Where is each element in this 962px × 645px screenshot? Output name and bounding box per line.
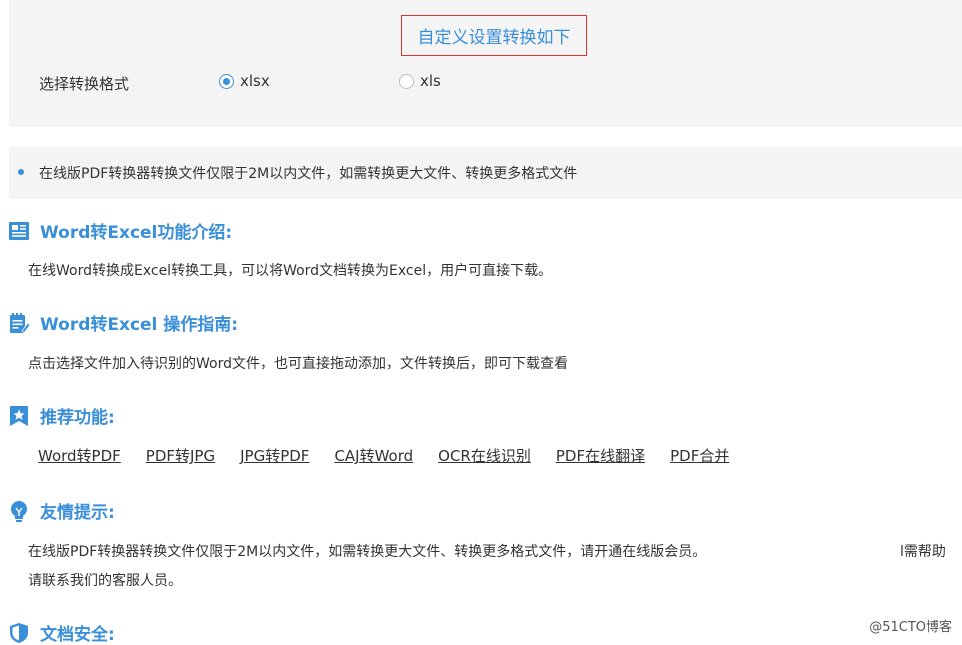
link-caj-to-word[interactable]: CAJ转Word	[334, 445, 413, 466]
bookmark-star-icon	[10, 405, 28, 426]
settings-panel: 自定义设置转换如下 选择转换格式 xlsx xls	[9, 0, 962, 127]
radio-xls-circle[interactable]	[399, 73, 414, 89]
section-intro-heading: Word转Excel功能介绍:	[8, 218, 232, 243]
link-pdf-translate[interactable]: PDF在线翻译	[556, 445, 645, 466]
radio-xls[interactable]: xls	[399, 72, 441, 90]
section-recommend-title: 推荐功能:	[40, 408, 115, 428]
section-tips-title: 友情提示:	[40, 503, 115, 523]
link-pdf-merge[interactable]: PDF合并	[670, 445, 729, 466]
recommend-links: Word转PDF PDF转JPG JPG转PDF CAJ转Word OCR在线识…	[38, 445, 754, 466]
notepad-pencil-icon	[10, 312, 30, 334]
section-security-title: 文档安全:	[40, 625, 115, 645]
section-intro-body: 在线Word转换成Excel转换工具，可以将Word文档转换为Excel，用户可…	[28, 263, 553, 279]
lightbulb-icon	[11, 500, 27, 522]
section-recommend-heading: 推荐功能:	[8, 403, 115, 428]
link-word-to-pdf[interactable]: Word转PDF	[38, 445, 121, 466]
section-tips-heading: 友情提示:	[8, 498, 115, 523]
section-tips-body-line2: 请联系我们的客服人员。	[28, 573, 182, 589]
radio-xlsx-circle[interactable]	[219, 73, 234, 89]
radio-xls-label: xls	[420, 72, 441, 90]
section-guide-body: 点击选择文件加入待识别的Word文件，也可直接拖动添加，文件转换后，即可下载查看	[28, 356, 568, 372]
link-ocr[interactable]: OCR在线识别	[438, 445, 531, 466]
redacted-area	[659, 147, 962, 199]
section-guide-title: Word转Excel 操作指南:	[40, 315, 239, 335]
section-tips-body-line1: 在线版PDF转换器转换文件仅限于2M以内文件，如需转换更大文件、转换更多格式文件…	[28, 544, 707, 560]
format-label: 选择转换格式	[39, 75, 130, 93]
link-jpg-to-pdf[interactable]: JPG转PDF	[240, 445, 309, 466]
notice-bar: 在线版PDF转换器转换文件仅限于2M以内文件，如需转换更大文件、转换更多格式文件	[9, 147, 962, 199]
link-pdf-to-jpg[interactable]: PDF转JPG	[146, 445, 215, 466]
document-list-icon	[9, 221, 29, 240]
settings-title: 自定义设置转换如下	[401, 15, 587, 56]
watermark: @51CTO博客	[869, 620, 952, 635]
redacted-area	[800, 540, 900, 564]
radio-xlsx[interactable]: xlsx	[219, 72, 270, 90]
section-guide-heading: Word转Excel 操作指南:	[8, 310, 238, 335]
section-security-heading: 文档安全:	[8, 620, 115, 645]
section-intro-title: Word转Excel功能介绍:	[40, 223, 233, 243]
notice-text: 在线版PDF转换器转换文件仅限于2M以内文件，如需转换更大文件、转换更多格式文件	[39, 166, 578, 182]
shield-icon	[10, 622, 28, 643]
radio-xlsx-label: xlsx	[240, 72, 270, 90]
section-tips-body-tail: l需帮助	[900, 544, 946, 560]
bullet-dot	[18, 169, 24, 175]
